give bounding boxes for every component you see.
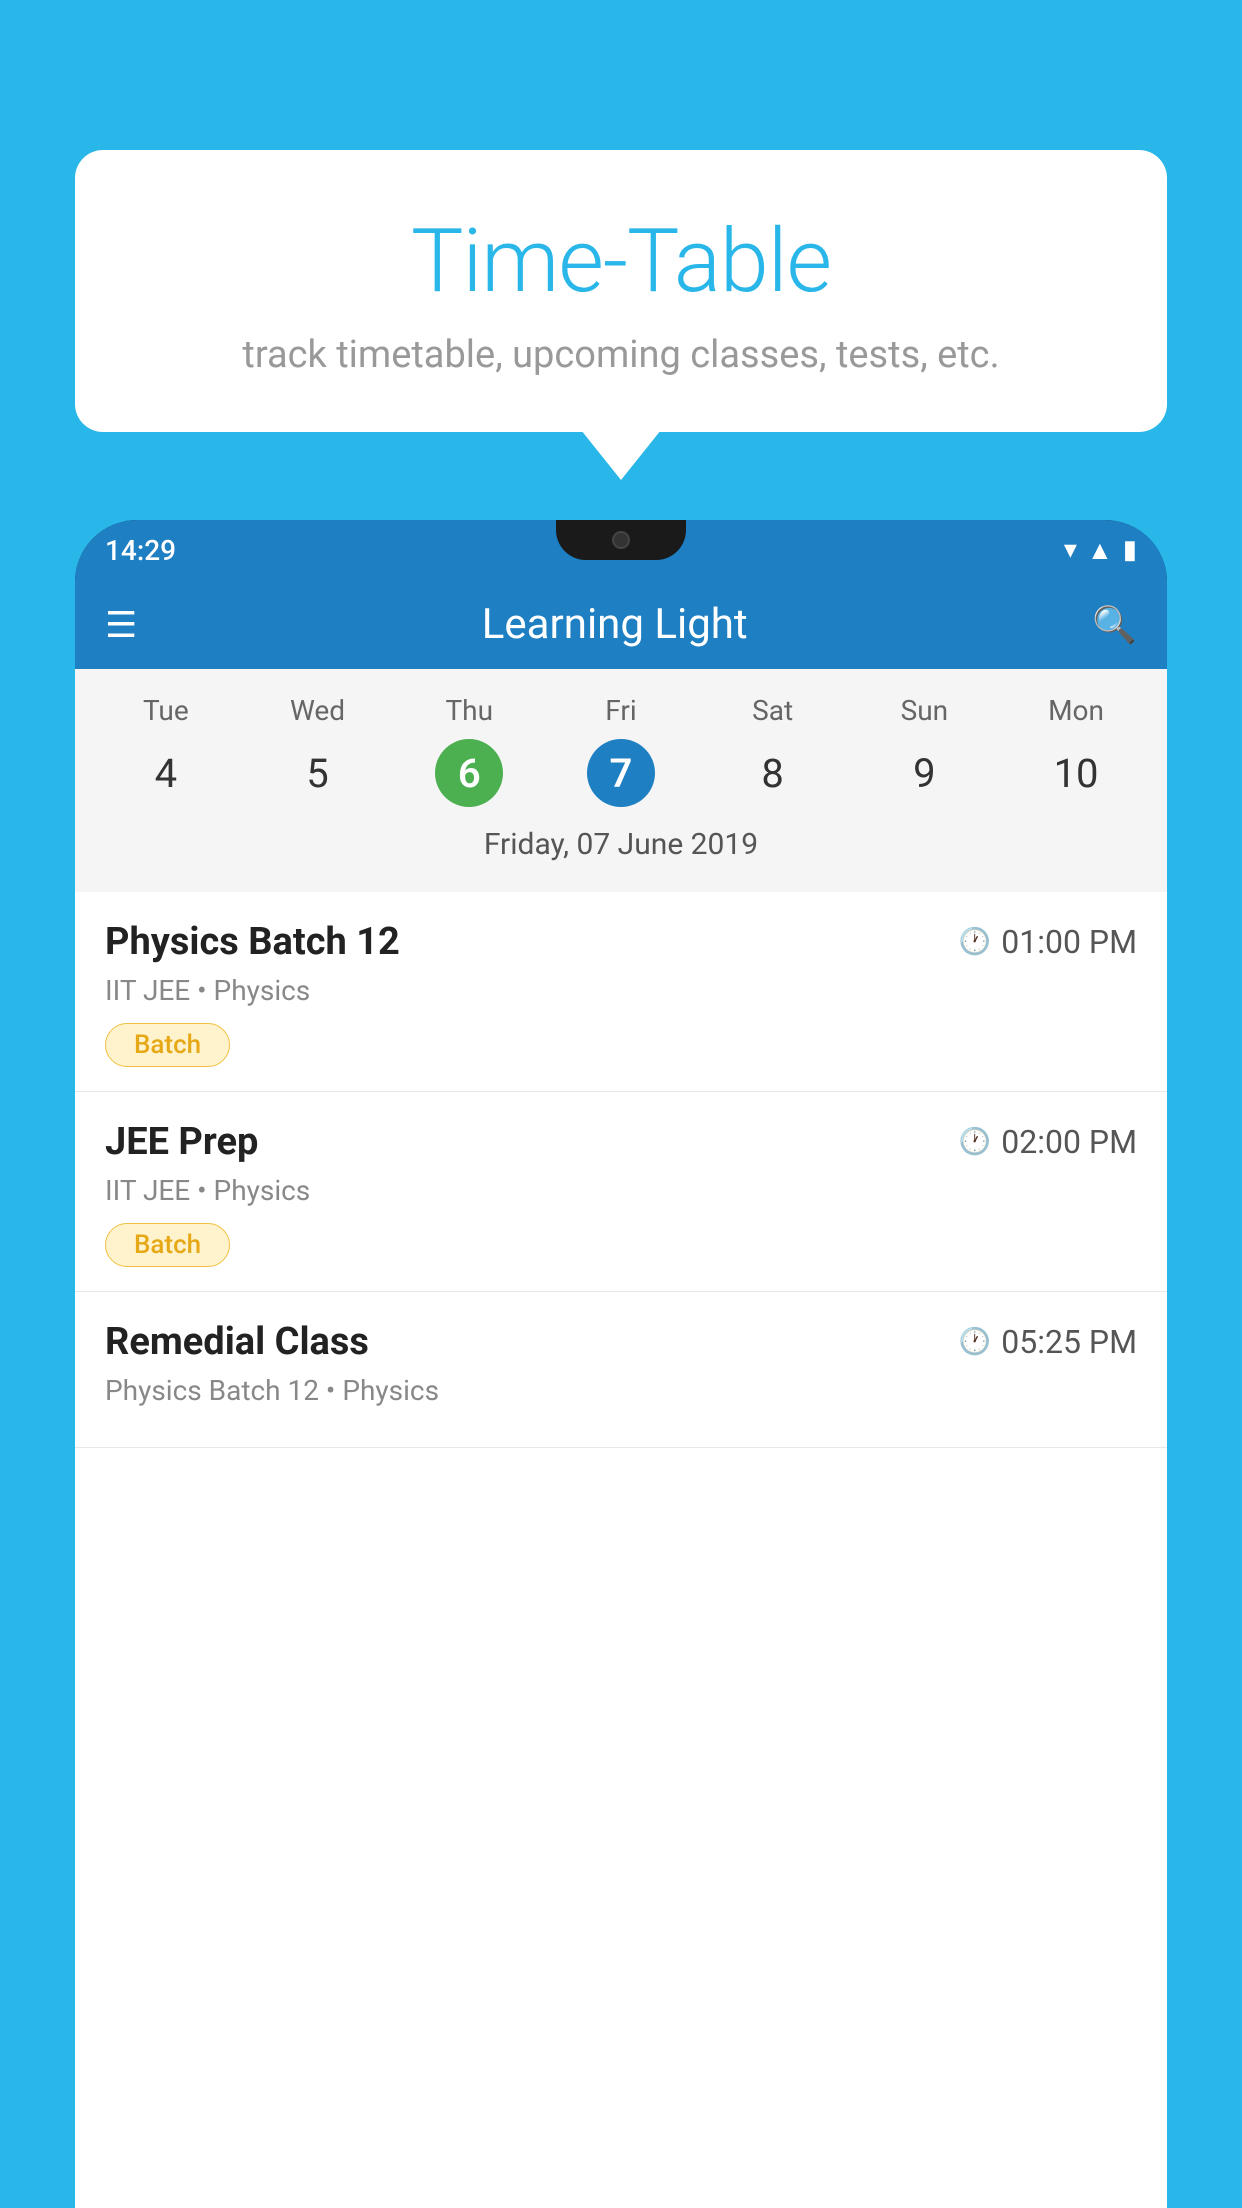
battery-icon: ▮ [1123,535,1137,565]
calendar: Tue 4 Wed 5 Thu 6 Fri 7 Sat 8 Sun 9 Mon 10 Friday, 07… [75,669,1167,892]
schedule-item-header: JEE Prep 🕐 02:00 PM [105,1120,1137,1164]
schedule-subtitle: IIT JEE • Physics [105,974,1137,1007]
bubble-title: Time-Table [125,210,1117,313]
clock-icon: 🕐 [959,927,991,957]
day-number: 6 [435,739,503,807]
day-col[interactable]: Wed 5 [268,694,368,807]
day-label: Sat [752,694,793,727]
status-bar: 14:29 ▾ ▲ ▮ [75,520,1167,580]
screen-content: ☰ Learning Light 🔍 Tue4Wed5Thu6Fri7Sat8S… [75,580,1167,2208]
clock-icon: 🕐 [959,1127,991,1157]
schedule-item[interactable]: JEE Prep 🕐 02:00 PM IIT JEE • Physics Batch [75,1092,1167,1292]
day-number: 4 [132,739,200,807]
day-col[interactable]: Sat 8 [723,694,823,807]
schedule-item-header: Physics Batch 12 🕐 01:00 PM [105,920,1137,964]
app-title: Learning Light [137,600,1092,649]
batch-badge: Batch [105,1023,230,1067]
speech-bubble: Time-Table track timetable, upcoming cla… [75,150,1167,432]
phone-notch [556,520,686,560]
camera [612,531,630,549]
search-icon[interactable]: 🔍 [1092,604,1137,646]
bubble-subtitle: track timetable, upcoming classes, tests… [125,333,1117,377]
menu-icon[interactable]: ☰ [105,607,137,643]
day-number: 10 [1042,739,1110,807]
schedule-name: Physics Batch 12 [105,920,400,964]
schedule-item-header: Remedial Class 🕐 05:25 PM [105,1320,1137,1364]
batch-badge: Batch [105,1223,230,1267]
day-col[interactable]: Mon 10 [1026,694,1126,807]
day-number: 9 [890,739,958,807]
status-time: 14:29 [105,534,176,567]
schedule-time: 🕐 05:25 PM [959,1323,1137,1361]
schedule-time: 🕐 02:00 PM [959,1123,1137,1161]
day-number: 5 [284,739,352,807]
day-label: Fri [605,694,636,727]
day-label: Thu [445,694,493,727]
day-number: 7 [587,739,655,807]
schedule-subtitle: IIT JEE • Physics [105,1174,1137,1207]
schedule-item[interactable]: Physics Batch 12 🕐 01:00 PM IIT JEE • Phys… [75,892,1167,1092]
schedule-list: Physics Batch 12 🕐 01:00 PM IIT JEE • Phys… [75,892,1167,2208]
signal-icon: ▲ [1087,535,1113,566]
day-col[interactable]: Tue 4 [116,694,216,807]
days-row: Tue 4 Wed 5 Thu 6 Fri 7 Sat 8 Sun 9 Mon 10 [75,689,1167,812]
app-header: ☰ Learning Light 🔍 [75,580,1167,669]
schedule-name: JEE Prep [105,1120,258,1164]
wifi-icon: ▾ [1064,535,1077,565]
day-col[interactable]: Thu 6 [419,694,519,807]
day-col[interactable]: Sun 9 [874,694,974,807]
status-icons: ▾ ▲ ▮ [1064,535,1137,566]
day-label: Mon [1048,694,1104,727]
day-col[interactable]: Fri 7 [571,694,671,807]
schedule-name: Remedial Class [105,1320,369,1364]
selected-date: Friday, 07 June 2019 [75,812,1167,872]
speech-bubble-container: Time-Table track timetable, upcoming cla… [75,150,1167,432]
day-number: 8 [739,739,807,807]
day-label: Tue [143,694,189,727]
schedule-item[interactable]: Remedial Class 🕐 05:25 PM Physics Batch 12… [75,1292,1167,1448]
day-label: Sun [901,694,949,727]
day-label: Wed [290,694,345,727]
phone-body: 14:29 ▾ ▲ ▮ ☰ Learning Light 🔍 Tue [75,520,1167,2208]
clock-icon: 🕐 [959,1327,991,1357]
schedule-subtitle: Physics Batch 12 • Physics [105,1374,1137,1407]
schedule-time: 🕐 01:00 PM [959,923,1137,961]
phone-container: 14:29 ▾ ▲ ▮ ☰ Learning Light 🔍 Tue [75,520,1167,2208]
